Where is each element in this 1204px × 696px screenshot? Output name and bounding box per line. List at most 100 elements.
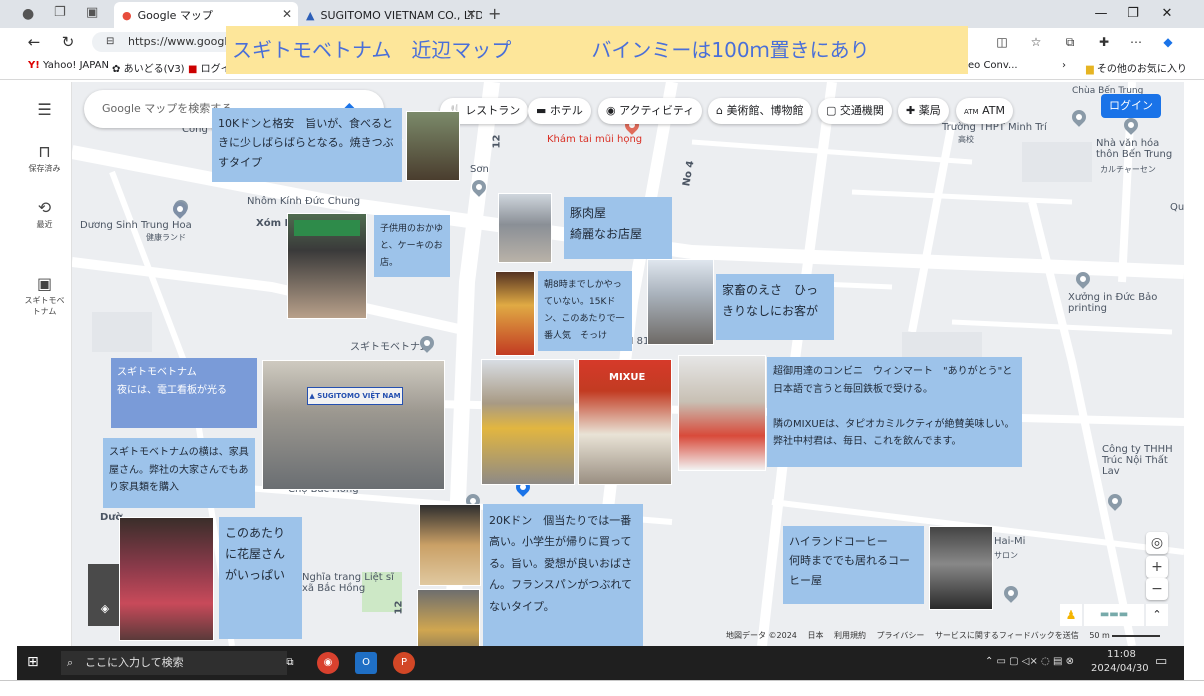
tab-sugitomo[interactable]: ▲ SUGITOMO VIETNAM CO., LTD ✕	[298, 2, 482, 28]
attrib-terms[interactable]: 利用規約	[834, 631, 866, 640]
page-info-icon[interactable]: ⊟	[106, 32, 114, 52]
saved-label: 保存済み	[28, 164, 61, 173]
chip-atm[interactable]: ATM ATM	[956, 98, 1013, 124]
clock-date[interactable]: 2024/04/30	[1091, 663, 1149, 674]
mixue-photo: MIXUE	[578, 359, 672, 485]
sugitomo-rail-label: スギトモベトナム	[24, 296, 65, 316]
map-title-banner: スギトモベトナム 近辺マップ バインミーは100ｍ置きにあり	[226, 26, 968, 74]
map-label-cong-ty-thhh[interactable]: Công ty THHH Trúc Nội Thất Lav	[1102, 444, 1184, 477]
note-highlands-coffee: ハイランドコーヒー 何時まででも居れるコーヒー屋	[783, 526, 924, 604]
expand-icon[interactable]: ⌃	[1146, 604, 1168, 626]
morning-shop-photo	[495, 271, 535, 356]
chip-museum[interactable]: ⌂ 美術館、博物館	[708, 98, 812, 124]
more-icon[interactable]: ⋯	[1124, 31, 1148, 53]
close-tab-icon[interactable]: ✕	[282, 7, 292, 21]
chip-restaurant-label: レストラン	[465, 104, 521, 117]
sugitomo-building-photo: ▲ SUGITOMO VIỆT NAM	[262, 360, 445, 490]
map-label-sugitomo[interactable]: スギトモベトナム	[350, 338, 430, 353]
split-screen-icon[interactable]: ◫	[990, 31, 1014, 53]
favorites-icon[interactable]: ☆	[1024, 31, 1048, 53]
pharmacy-icon: ✚	[906, 104, 916, 117]
attrib-data: 地図データ ©2024	[726, 631, 797, 640]
restore-icon[interactable]: ❐	[1118, 4, 1148, 24]
imagery-strip[interactable]: ▬▬▬	[1084, 604, 1144, 626]
window-close-icon[interactable]: ✕	[1152, 4, 1182, 24]
banhmi-hand-photo	[419, 504, 481, 586]
outlook-icon[interactable]: O	[355, 652, 377, 674]
attrib-privacy[interactable]: プライバシー	[877, 631, 925, 640]
attrib-japan[interactable]: 日本	[807, 631, 823, 640]
chip-museum-label: 美術館、博物館	[726, 104, 804, 117]
profile-icon[interactable]: ●	[22, 6, 34, 22]
bookmark-idol[interactable]: ✿ あいどる(V3)	[112, 60, 185, 75]
map-label-kham-tai[interactable]: Khám tai mũi họng	[547, 134, 642, 145]
new-tab-icon[interactable]: +	[488, 4, 501, 23]
minimize-icon[interactable]: —	[1086, 4, 1116, 24]
saved-button[interactable]: ⊓ 保存済み	[17, 142, 72, 174]
tab-actions-icon[interactable]: ▣	[86, 5, 98, 20]
history-icon: ⟲	[37, 198, 52, 217]
camera-icon: ◉	[606, 104, 616, 117]
bookmark-icon: ⊓	[38, 142, 51, 161]
map-label-hai-mi[interactable]: Hai-Mi	[994, 536, 1025, 547]
tray-icons[interactable]: ⌃ ▭ ▢ ◁× ◌ ▤ ⊗	[985, 656, 1074, 667]
attrib-feedback[interactable]: サービスに関するフィードバックを送信	[935, 631, 1079, 640]
login-button[interactable]: ログイン	[1101, 94, 1161, 118]
bookmark-login[interactable]: ■ ログイ	[188, 60, 231, 75]
map-label-nghia-trang[interactable]: Nghĩa trang Liệt sĩ xã Bắc Hồng	[302, 572, 402, 594]
taskbar-search-placeholder: ここに入力して検索	[85, 656, 184, 669]
sugitomo-sign-text: SUGITOMO VIỆT NAM	[317, 392, 401, 400]
pork-shop-photo	[498, 193, 552, 263]
my-location-icon[interactable]: ◎	[1146, 532, 1168, 554]
copilot-icon[interactable]: ◆	[1156, 31, 1180, 53]
chip-hotel[interactable]: ▬ ホテル	[528, 98, 591, 124]
close-tab-icon[interactable]: ✕	[466, 7, 476, 21]
layers-button[interactable]: ◈	[88, 564, 122, 626]
recent-button[interactable]: ⟲ 最近	[17, 198, 72, 230]
menu-button[interactable]: ☰	[17, 100, 72, 121]
collections-icon[interactable]: ⧉	[1058, 31, 1082, 53]
refresh-icon[interactable]: ↻	[56, 31, 80, 53]
notification-icon[interactable]: ▭	[1155, 654, 1167, 669]
taskbar-search-input[interactable]: ⌕ ここに入力して検索	[61, 651, 287, 675]
bookmark-conv-label: eo Conv...	[968, 60, 1018, 71]
map-label-xuong-in[interactable]: Xưởng in Đức Bảo printing	[1068, 292, 1178, 314]
workspaces-icon[interactable]: ❐	[54, 5, 66, 20]
chip-transit-label: 交通機関	[839, 104, 884, 117]
bookmark-conv[interactable]: eo Conv...	[968, 60, 1018, 71]
clock-time[interactable]: 11:08	[1107, 649, 1136, 660]
winmart-photo	[678, 355, 766, 471]
chip-transit[interactable]: ▢ 交通機関	[818, 98, 892, 124]
chip-pharmacy[interactable]: ✚ 薬局	[898, 98, 949, 124]
note-winmart-mixue: 超御用達のコンビニ ウィンマート "ありがとう"と日本語で言うと毎回鉄板で受ける…	[767, 357, 1022, 467]
zoom-in-button[interactable]: +	[1146, 556, 1168, 578]
map-label-nhom-kinh[interactable]: Nhôm Kính Đức Chung	[247, 196, 360, 207]
zoom-out-button[interactable]: −	[1146, 578, 1168, 600]
banhmi-stall-photo	[406, 111, 460, 181]
windows-start-icon[interactable]: ⊞	[27, 654, 39, 670]
bookmarks-overflow-icon[interactable]: ›	[1062, 60, 1066, 71]
museum-icon: ⌂	[716, 104, 723, 117]
chrome-icon[interactable]: ◉	[317, 652, 339, 674]
bookmark-idol-label: あいどる(V3)	[123, 64, 185, 75]
bookmark-other-favorites[interactable]: ▆ その他のお気に入り	[1086, 60, 1187, 75]
street-view-pegman-icon[interactable]: ♟	[1060, 604, 1082, 626]
attrib-scale: 50 m	[1089, 631, 1110, 640]
extensions-icon[interactable]: ✚	[1092, 31, 1116, 53]
tab-sugitomo-label: SUGITOMO VIETNAM CO., LTD	[320, 8, 482, 22]
task-view-icon[interactable]: ⧉	[279, 652, 301, 674]
map-label-duong-sinh[interactable]: Dương Sinh Trung Hoa	[80, 220, 192, 231]
note-kids-snack: 子供用のおかゆと、ケーキのお店。	[374, 215, 450, 277]
map-label-son[interactable]: Sơn	[470, 164, 489, 175]
windows-taskbar: ⊞ ⌕ ここに入力して検索 ⧉ ◉ O P ⌃ ▭ ▢ ◁× ◌ ▤ ⊗ 11:…	[17, 646, 1184, 680]
tab-google-maps[interactable]: ● Google マップ ✕	[114, 2, 298, 28]
map-label-nha-van-hoa[interactable]: Nhà văn hóa thôn Bến Trung	[1096, 138, 1184, 160]
sugitomo-sign: ▲ SUGITOMO VIỆT NAM	[307, 387, 403, 405]
back-icon[interactable]: ←	[22, 31, 46, 53]
bookmark-yahoo[interactable]: Y! Yahoo! JAPAN	[28, 60, 109, 71]
sugitomo-place-button[interactable]: ▣ スギトモベトナム	[17, 274, 72, 317]
map-label-kenko-land[interactable]: 健康ランド	[146, 232, 186, 243]
powerpoint-icon[interactable]: P	[393, 652, 415, 674]
chip-activity[interactable]: ◉ アクティビティ	[598, 98, 703, 124]
kids-shop-photo	[287, 213, 367, 319]
